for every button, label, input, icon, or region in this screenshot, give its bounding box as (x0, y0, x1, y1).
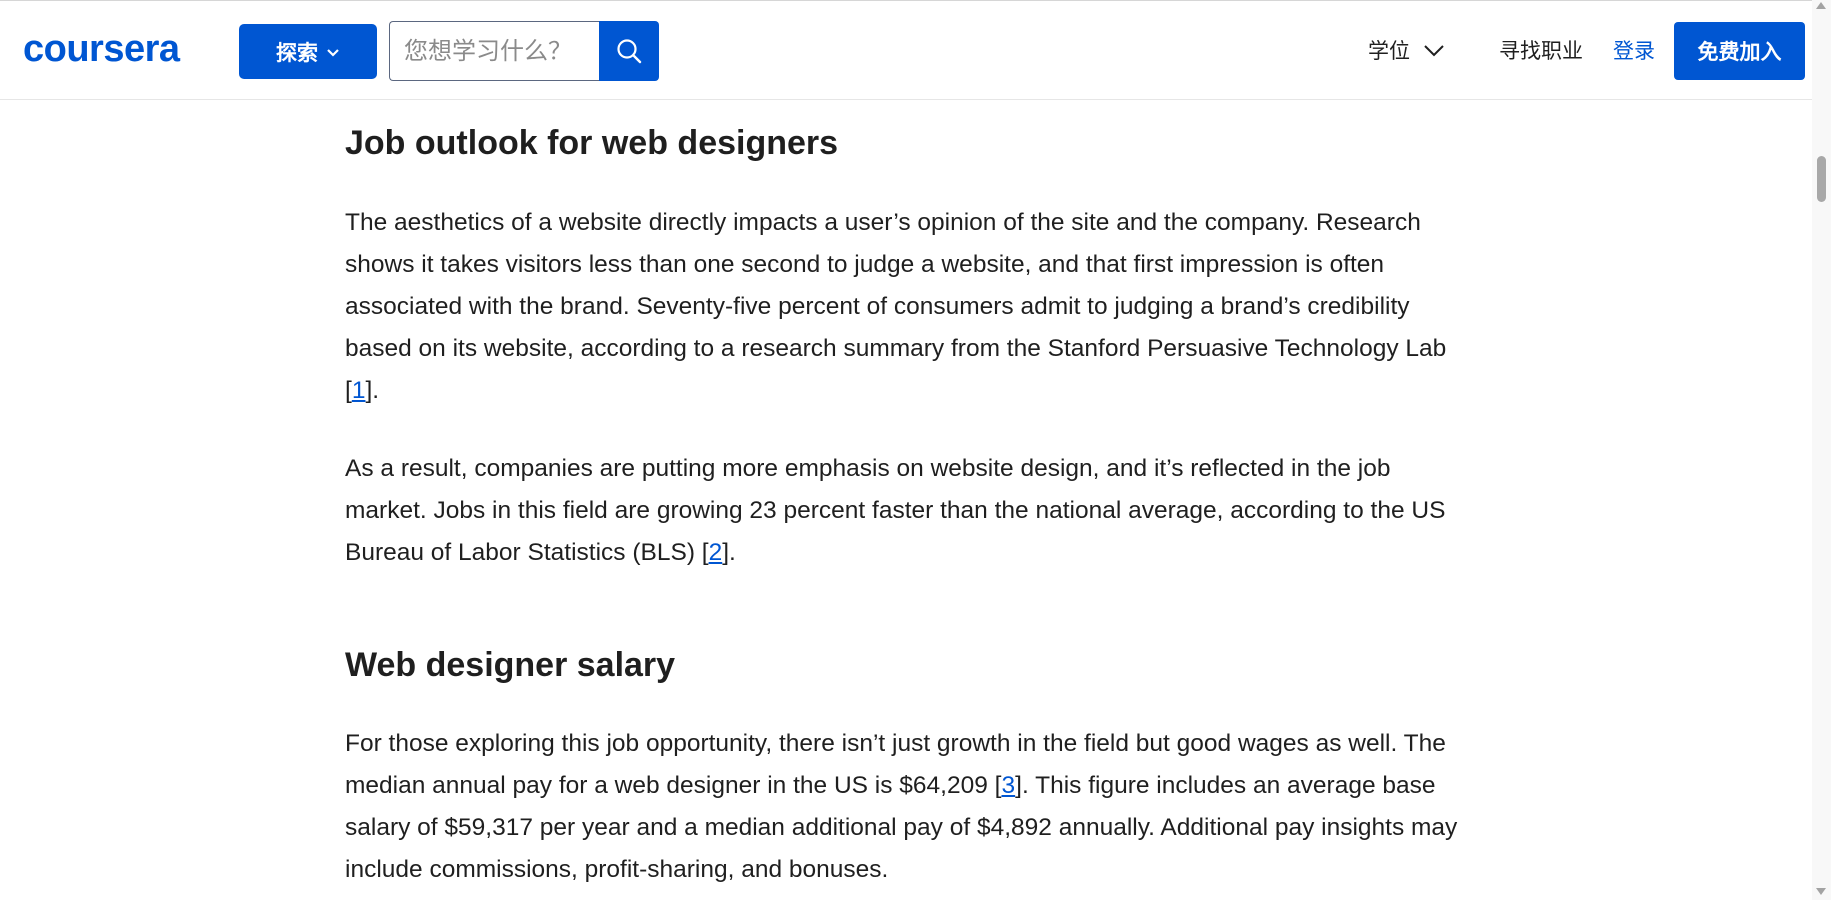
explore-button[interactable]: 探索 (239, 24, 377, 79)
outlook-paragraph-2: As a result, companies are putting more … (345, 455, 1446, 566)
degree-label: 学位 (1368, 39, 1410, 63)
outlook-paragraph-2-text: As a result, companies are putting more … (345, 455, 1446, 566)
find-careers-link[interactable]: 寻找职业 (1499, 34, 1583, 68)
citation-link-1[interactable]: 1 (352, 377, 366, 404)
explore-label: 探索 (276, 40, 318, 65)
outlook-paragraph-2-end: . (729, 539, 736, 566)
site-header: coursera 探索 学位 寻找职业 登录 免费加入 (0, 1, 1812, 100)
chevron-down-icon (1424, 45, 1444, 57)
coursera-logo[interactable]: coursera (23, 25, 180, 73)
outlook-paragraph-1-end: . (372, 377, 380, 404)
outlook-paragraph-1-text: The aesthetics of a website directly imp… (345, 209, 1447, 362)
scroll-up-arrow-icon[interactable] (1816, 2, 1826, 9)
scroll-down-arrow-icon[interactable] (1816, 888, 1826, 895)
citation-link-2[interactable]: 2 (709, 539, 723, 566)
citation-link-3[interactable]: 3 (1001, 772, 1015, 799)
job-outlook-heading: Job outlook for web designers (345, 124, 839, 162)
search-icon (617, 39, 642, 64)
search-button[interactable] (599, 21, 659, 81)
salary-paragraph: For those exploring this job opportunity… (345, 730, 1458, 883)
search-input[interactable] (389, 21, 599, 81)
login-link[interactable]: 登录 (1613, 34, 1655, 68)
outlook-paragraph-1: The aesthetics of a website directly imp… (345, 209, 1447, 404)
degree-menu[interactable]: 学位 (1368, 33, 1446, 67)
chevron-down-icon (327, 48, 339, 57)
scrollbar-thumb[interactable] (1817, 156, 1826, 202)
search-bar (389, 21, 659, 81)
page-scrollbar[interactable] (1812, 0, 1831, 900)
join-free-button[interactable]: 免费加入 (1674, 22, 1805, 80)
salary-heading: Web designer salary (345, 646, 676, 684)
